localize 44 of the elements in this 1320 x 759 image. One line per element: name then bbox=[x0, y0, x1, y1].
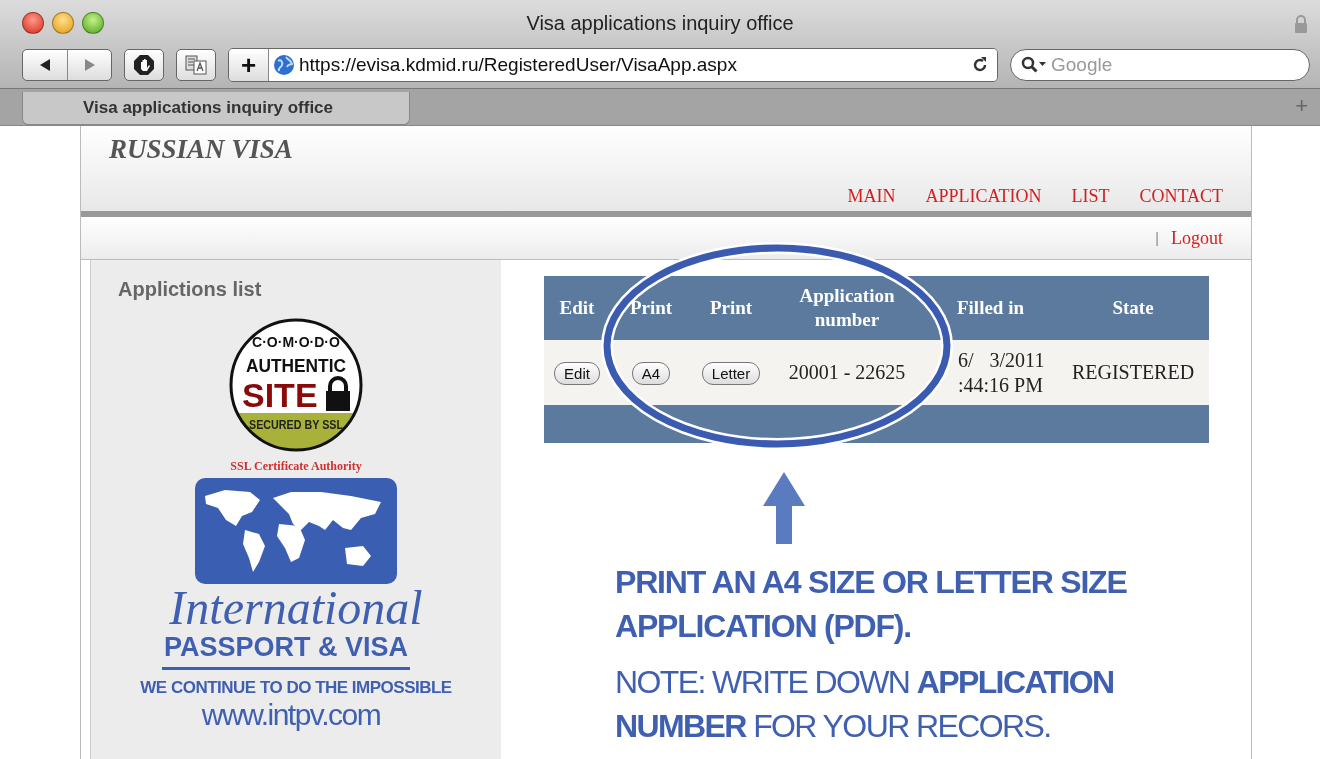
callout-note: NOTE: WRITE DOWN APPLICATION NUMBER FOR YOUR RECORS. bbox=[615, 663, 1115, 746]
column-header: Edit bbox=[544, 276, 610, 340]
lock-icon bbox=[1294, 15, 1308, 33]
date-fragment: 6/ bbox=[958, 347, 974, 373]
nav-link[interactable]: LIST bbox=[1071, 186, 1110, 207]
stop-hand-icon bbox=[133, 54, 155, 76]
nav-link[interactable]: CONTACT bbox=[1139, 186, 1223, 207]
table-cell: REGISTERED bbox=[1057, 340, 1209, 405]
site-logo: RUSSIAN VISA bbox=[109, 134, 294, 165]
search-field[interactable]: Google bbox=[1010, 49, 1310, 81]
agency-script-title: International bbox=[169, 584, 423, 632]
separator: | bbox=[1155, 230, 1159, 246]
agency-slogan: WE CONTINUE TO DO THE IMPOSSIBLE bbox=[140, 678, 452, 698]
agency-url: www.intpv.com bbox=[201, 698, 381, 732]
table-cell: 20001 - 22625 bbox=[770, 340, 924, 405]
time-fragment: :44:16 PM bbox=[958, 373, 1044, 396]
column-header: State bbox=[1057, 276, 1209, 340]
translate-button[interactable] bbox=[176, 49, 216, 81]
back-arrow-icon bbox=[38, 58, 52, 72]
window-title: Visa applications inquiry office bbox=[526, 12, 794, 35]
forward-arrow-icon bbox=[82, 58, 97, 72]
edit-button[interactable]: Edit bbox=[554, 361, 600, 385]
date-fragment: 3/2011 bbox=[989, 347, 1045, 373]
translate-icon bbox=[184, 54, 208, 76]
print-a4-button[interactable]: A4 bbox=[631, 361, 671, 385]
agency-name: PASSPORT & VISA bbox=[161, 632, 410, 670]
nav-link[interactable]: APPLICATION bbox=[925, 186, 1042, 207]
search-icon bbox=[1021, 56, 1047, 74]
column-header: Application number bbox=[770, 276, 924, 340]
sidebar-title: Applictions list bbox=[118, 278, 262, 301]
print-letter-button[interactable]: Letter bbox=[701, 361, 761, 385]
up-arrow-icon bbox=[763, 472, 805, 544]
close-button[interactable] bbox=[22, 11, 44, 34]
nav-link[interactable]: MAIN bbox=[847, 186, 896, 207]
browser-tab[interactable]: Visa applications inquiry office bbox=[22, 92, 410, 125]
logout-link[interactable]: Logout bbox=[1171, 227, 1223, 249]
column-header: Print bbox=[692, 276, 770, 340]
callout-heading: PRINT AN A4 SIZE OR LETTER SIZE APPLICATION (PDF). bbox=[615, 563, 1128, 646]
stop-hand-button[interactable] bbox=[124, 49, 164, 81]
zoom-button[interactable] bbox=[82, 11, 104, 34]
column-header: Filled in bbox=[924, 276, 1057, 340]
ssl-caption: SSL Certificate Authority bbox=[230, 459, 362, 474]
comodo-badge: C·O·M·O·D·O AUTHENTIC SITE SECURED BY SSL bbox=[228, 317, 364, 453]
minimize-button[interactable] bbox=[52, 11, 74, 34]
